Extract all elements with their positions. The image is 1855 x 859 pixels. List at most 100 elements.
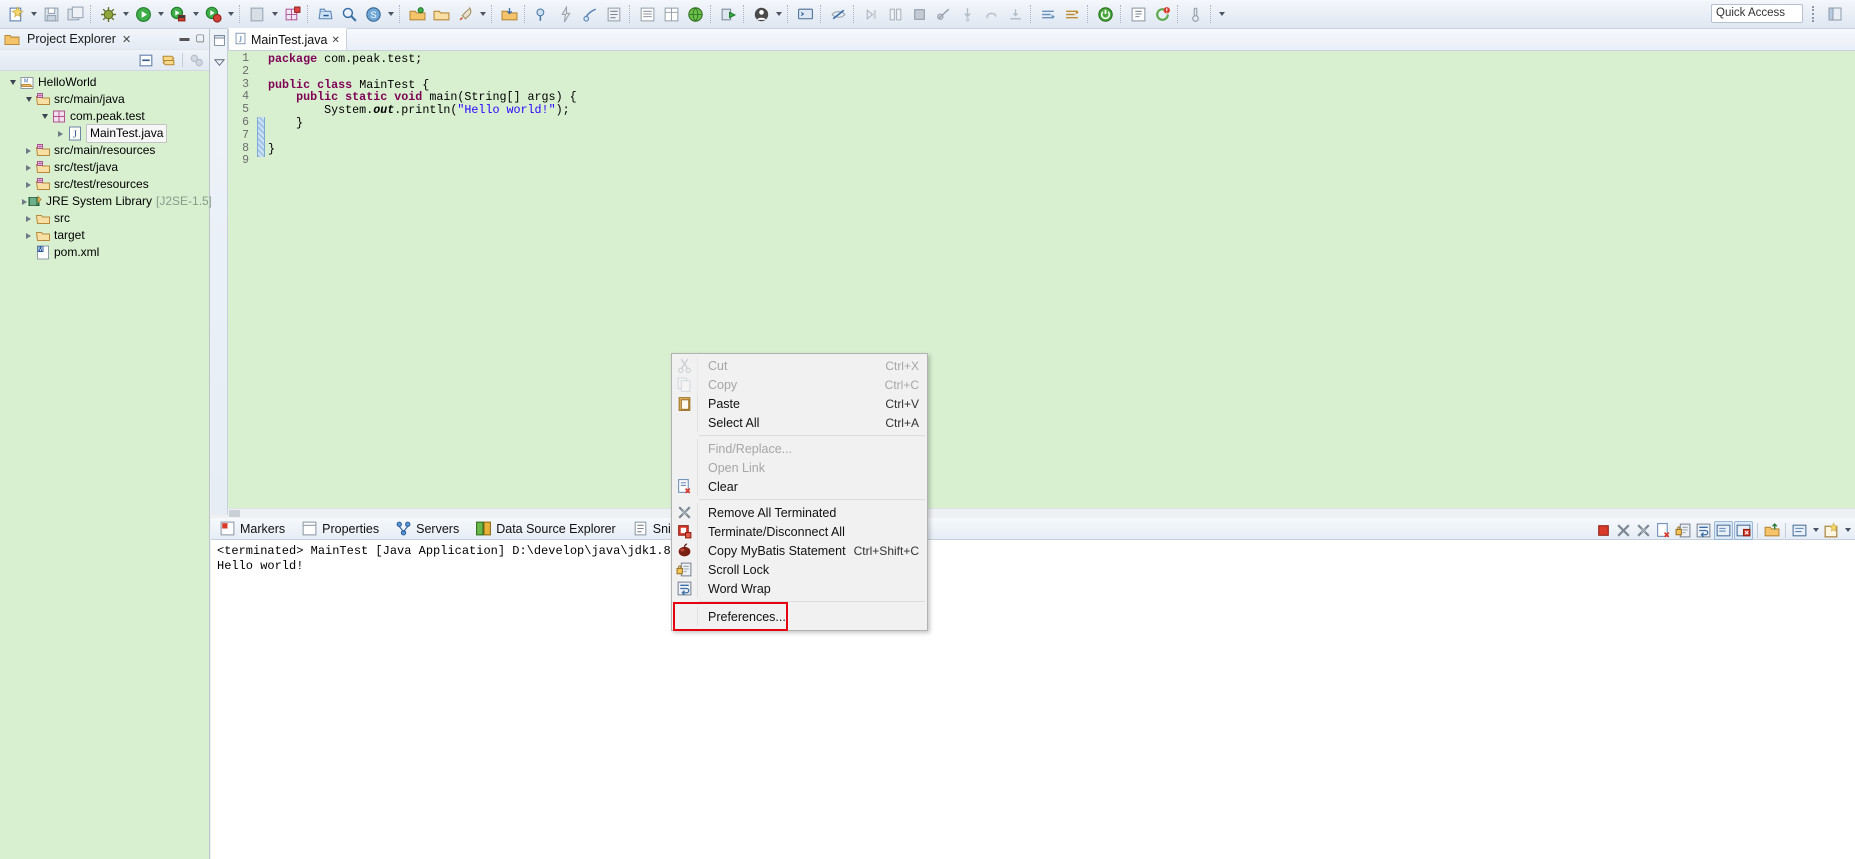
book-icon[interactable] <box>636 3 658 25</box>
svn-icon[interactable]: S <box>362 3 384 25</box>
scroll-lock-icon[interactable] <box>1674 521 1693 540</box>
menu-item-preferences[interactable]: Preferences... <box>672 605 927 628</box>
chevron-right-icon[interactable] <box>22 159 35 176</box>
editor-icon[interactable] <box>1127 3 1149 25</box>
thermometer-icon[interactable] <box>1184 3 1206 25</box>
show-console-on-output-icon[interactable] <box>1714 520 1733 540</box>
tree-item-com-peak-test[interactable]: com.peak.test <box>0 108 209 125</box>
launch-icon[interactable] <box>454 3 476 25</box>
chevron-down-icon[interactable] <box>6 74 19 91</box>
run-server-icon[interactable] <box>717 3 739 25</box>
code-line[interactable] <box>268 155 1855 168</box>
tab-properties[interactable]: Properties <box>293 518 387 540</box>
coverage-dropdown-arrow[interactable] <box>225 3 236 25</box>
tree-item-src-test-java[interactable]: src/test/java <box>0 159 209 176</box>
coverage-icon[interactable] <box>202 3 224 25</box>
toggle-markers-icon[interactable] <box>603 3 625 25</box>
console-context-menu[interactable]: Cut Ctrl+X Copy Ctrl+C Paste Ctrl+V Select All… <box>671 353 928 631</box>
view-menu-icon[interactable] <box>188 52 205 69</box>
new-class-dropdown-arrow[interactable] <box>269 3 280 25</box>
quick-fix-icon[interactable] <box>555 3 577 25</box>
editor-view-menu-icon[interactable] <box>211 51 227 73</box>
remove-launch-icon[interactable] <box>1614 521 1633 540</box>
collapse-all-icon[interactable] <box>138 52 155 69</box>
tree-item-maintest-java[interactable]: J MainTest.java <box>0 124 209 143</box>
tab-servers[interactable]: Servers <box>387 518 467 540</box>
new-wizard-icon[interactable] <box>5 3 27 25</box>
run-external-tools-icon[interactable] <box>167 3 189 25</box>
tree-item-src-main-resources[interactable]: src/main/resources <box>0 142 209 159</box>
code-area[interactable]: 123456789 package com.peak.test; public c… <box>228 51 1855 515</box>
editor-tab-maintest[interactable]: J MainTest.java ✕ <box>228 28 347 50</box>
quick-access-input[interactable]: Quick Access <box>1711 4 1803 23</box>
step-into-icon[interactable] <box>956 3 978 25</box>
chevron-down-icon[interactable] <box>22 91 35 108</box>
code-line[interactable]: package com.peak.test; <box>268 53 1855 66</box>
new-package-icon[interactable] <box>281 3 303 25</box>
close-icon[interactable]: ✕ <box>122 33 131 46</box>
code-line[interactable]: } <box>268 117 1855 130</box>
open-folder-icon[interactable] <box>430 3 452 25</box>
new-dropdown-arrow[interactable] <box>28 3 39 25</box>
chevron-right-icon[interactable] <box>22 142 35 159</box>
menu-item-copy-mybatis-statement[interactable]: Copy MyBatis Statement Ctrl+Shift+C <box>672 541 927 560</box>
open-console-icon[interactable] <box>1822 521 1841 540</box>
user-icon[interactable] <box>750 3 772 25</box>
show-console-on-error-icon[interactable] <box>1734 520 1753 540</box>
import-icon[interactable] <box>498 3 520 25</box>
step-over-icon[interactable] <box>860 3 882 25</box>
link-with-editor-icon[interactable] <box>160 52 177 69</box>
tree-item-jre-system-library[interactable]: JRE System Library [J2SE-1.5] <box>0 193 212 210</box>
minimize-icon[interactable]: ▬ <box>180 32 190 46</box>
save-icon[interactable] <box>40 3 62 25</box>
tree-item-helloworld[interactable]: M HelloWorld <box>0 74 209 91</box>
code-line[interactable]: System.out.println("Hello world!"); <box>268 104 1855 117</box>
menu-item-select-all[interactable]: Select All Ctrl+A <box>672 413 927 432</box>
code-line[interactable] <box>268 130 1855 143</box>
open-type-icon[interactable] <box>314 3 336 25</box>
svn-dropdown-arrow[interactable] <box>385 3 396 25</box>
debug-icon[interactable] <box>97 3 119 25</box>
chevron-down-icon[interactable] <box>38 108 51 125</box>
run-icon[interactable] <box>132 3 154 25</box>
step-return-icon[interactable] <box>980 3 1002 25</box>
fold-gutter[interactable] <box>254 51 265 515</box>
tab-data-source-explorer[interactable]: Data Source Explorer <box>467 518 624 540</box>
refresh-error-icon[interactable] <box>1151 3 1173 25</box>
source-code[interactable]: package com.peak.test; public class MainT… <box>264 51 1855 515</box>
menu-item-remove-all-terminated[interactable]: Remove All Terminated <box>672 503 927 522</box>
launch-dropdown-arrow[interactable] <box>477 3 488 25</box>
menu-item-word-wrap[interactable]: Word Wrap <box>672 579 927 598</box>
word-wrap-icon[interactable] <box>1694 521 1713 540</box>
maximize-icon[interactable]: ▢ <box>196 32 205 46</box>
code-line[interactable]: } <box>268 142 1855 156</box>
open-console-dropdown-arrow[interactable] <box>1842 519 1853 541</box>
display-selected-console-icon[interactable] <box>1790 521 1809 540</box>
table-icon[interactable] <box>660 3 682 25</box>
restore-editor-icon[interactable] <box>211 29 227 51</box>
chevron-right-icon[interactable] <box>54 125 67 142</box>
menu-item-scroll-lock[interactable]: Scroll Lock <box>672 560 927 579</box>
tab-markers[interactable]: Markers <box>211 518 293 540</box>
project-tree[interactable]: M HelloWorld src/main/java com.peak.test J Ma… <box>0 71 212 859</box>
console-output-area[interactable]: <terminated> MainTest [Java Application]… <box>211 540 1855 859</box>
display-console-dropdown-arrow[interactable] <box>1810 519 1821 541</box>
chevron-right-icon[interactable] <box>22 176 35 193</box>
last-dropdown-arrow[interactable] <box>1216 3 1227 25</box>
user-dropdown-arrow[interactable] <box>773 3 784 25</box>
hide-icon[interactable] <box>827 3 849 25</box>
clear-console-icon[interactable] <box>1654 521 1673 540</box>
code-line[interactable] <box>268 66 1855 79</box>
menu-item-paste[interactable]: Paste Ctrl+V <box>672 394 927 413</box>
previous-annotation-icon[interactable] <box>1061 3 1083 25</box>
external-tools-dropdown-arrow[interactable] <box>190 3 201 25</box>
pin-console-icon[interactable] <box>1762 521 1781 540</box>
new-java-class-icon[interactable] <box>246 3 268 25</box>
open-resource-icon[interactable] <box>406 3 428 25</box>
stop-icon[interactable] <box>908 3 930 25</box>
annotate-icon[interactable] <box>579 3 601 25</box>
close-icon[interactable]: ✕ <box>331 35 339 46</box>
terminal-icon[interactable] <box>794 3 816 25</box>
tree-item-src-test-resources[interactable]: src/test/resources <box>0 176 209 193</box>
columns-icon[interactable] <box>884 3 906 25</box>
